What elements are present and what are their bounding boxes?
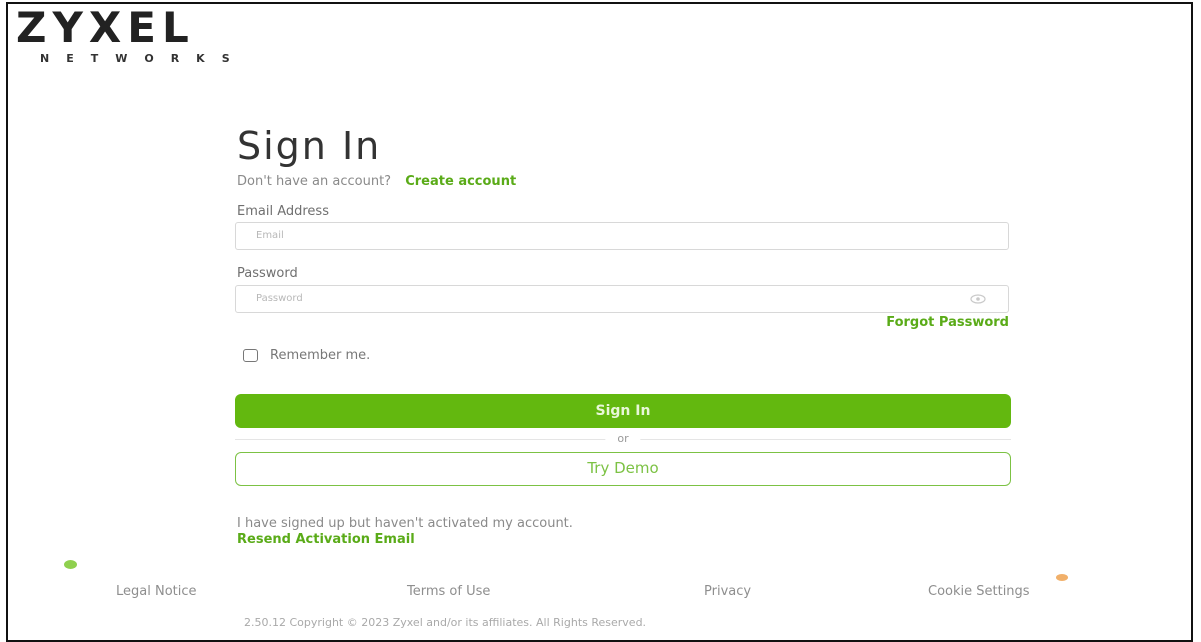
no-account-text: Don't have an account? xyxy=(237,174,392,189)
eye-icon[interactable] xyxy=(970,294,986,304)
activation-text: I have signed up but haven't activated m… xyxy=(237,516,573,531)
logo-subtitle: NETWORKS xyxy=(40,52,247,65)
remember-me-label: Remember me. xyxy=(270,348,371,363)
signin-form: Sign In Don't have an account? Create ac… xyxy=(235,122,1013,547)
password-placeholder: Password xyxy=(256,293,303,304)
footer-link-privacy[interactable]: Privacy xyxy=(704,584,751,599)
footer-link-legal-notice[interactable]: Legal Notice xyxy=(116,584,197,599)
zyxel-logo: ZYXEL NETWORKS xyxy=(16,3,247,66)
copyright-text: 2.50.12 Copyright © 2023 Zyxel and/or it… xyxy=(244,616,647,629)
password-label: Password xyxy=(237,266,298,281)
try-demo-button[interactable]: Try Demo xyxy=(235,452,1011,486)
footer-link-terms-of-use[interactable]: Terms of Use xyxy=(407,584,490,599)
email-field[interactable]: Email xyxy=(235,222,1009,250)
or-divider: or xyxy=(235,432,1011,446)
remember-me-checkbox[interactable] xyxy=(243,349,258,362)
email-label: Email Address xyxy=(237,204,329,219)
footer-link-cookie-settings[interactable]: Cookie Settings xyxy=(928,584,1030,599)
notification-dot-icon xyxy=(1056,574,1068,581)
or-text: or xyxy=(605,432,641,445)
status-dot-icon xyxy=(64,560,77,569)
email-placeholder: Email xyxy=(256,230,284,241)
logo-wordmark: ZYXEL xyxy=(16,3,195,52)
resend-activation-link[interactable]: Resend Activation Email xyxy=(237,532,415,547)
password-field[interactable]: Password xyxy=(235,285,1009,313)
remember-me-row[interactable]: Remember me. xyxy=(243,348,370,363)
page-title: Sign In xyxy=(237,124,382,168)
create-account-link[interactable]: Create account xyxy=(405,174,516,189)
forgot-password-link[interactable]: Forgot Password xyxy=(886,315,1009,330)
page-frame xyxy=(6,2,1193,642)
no-account-row: Don't have an account? Create account xyxy=(237,174,1013,189)
sign-in-button[interactable]: Sign In xyxy=(235,394,1011,428)
